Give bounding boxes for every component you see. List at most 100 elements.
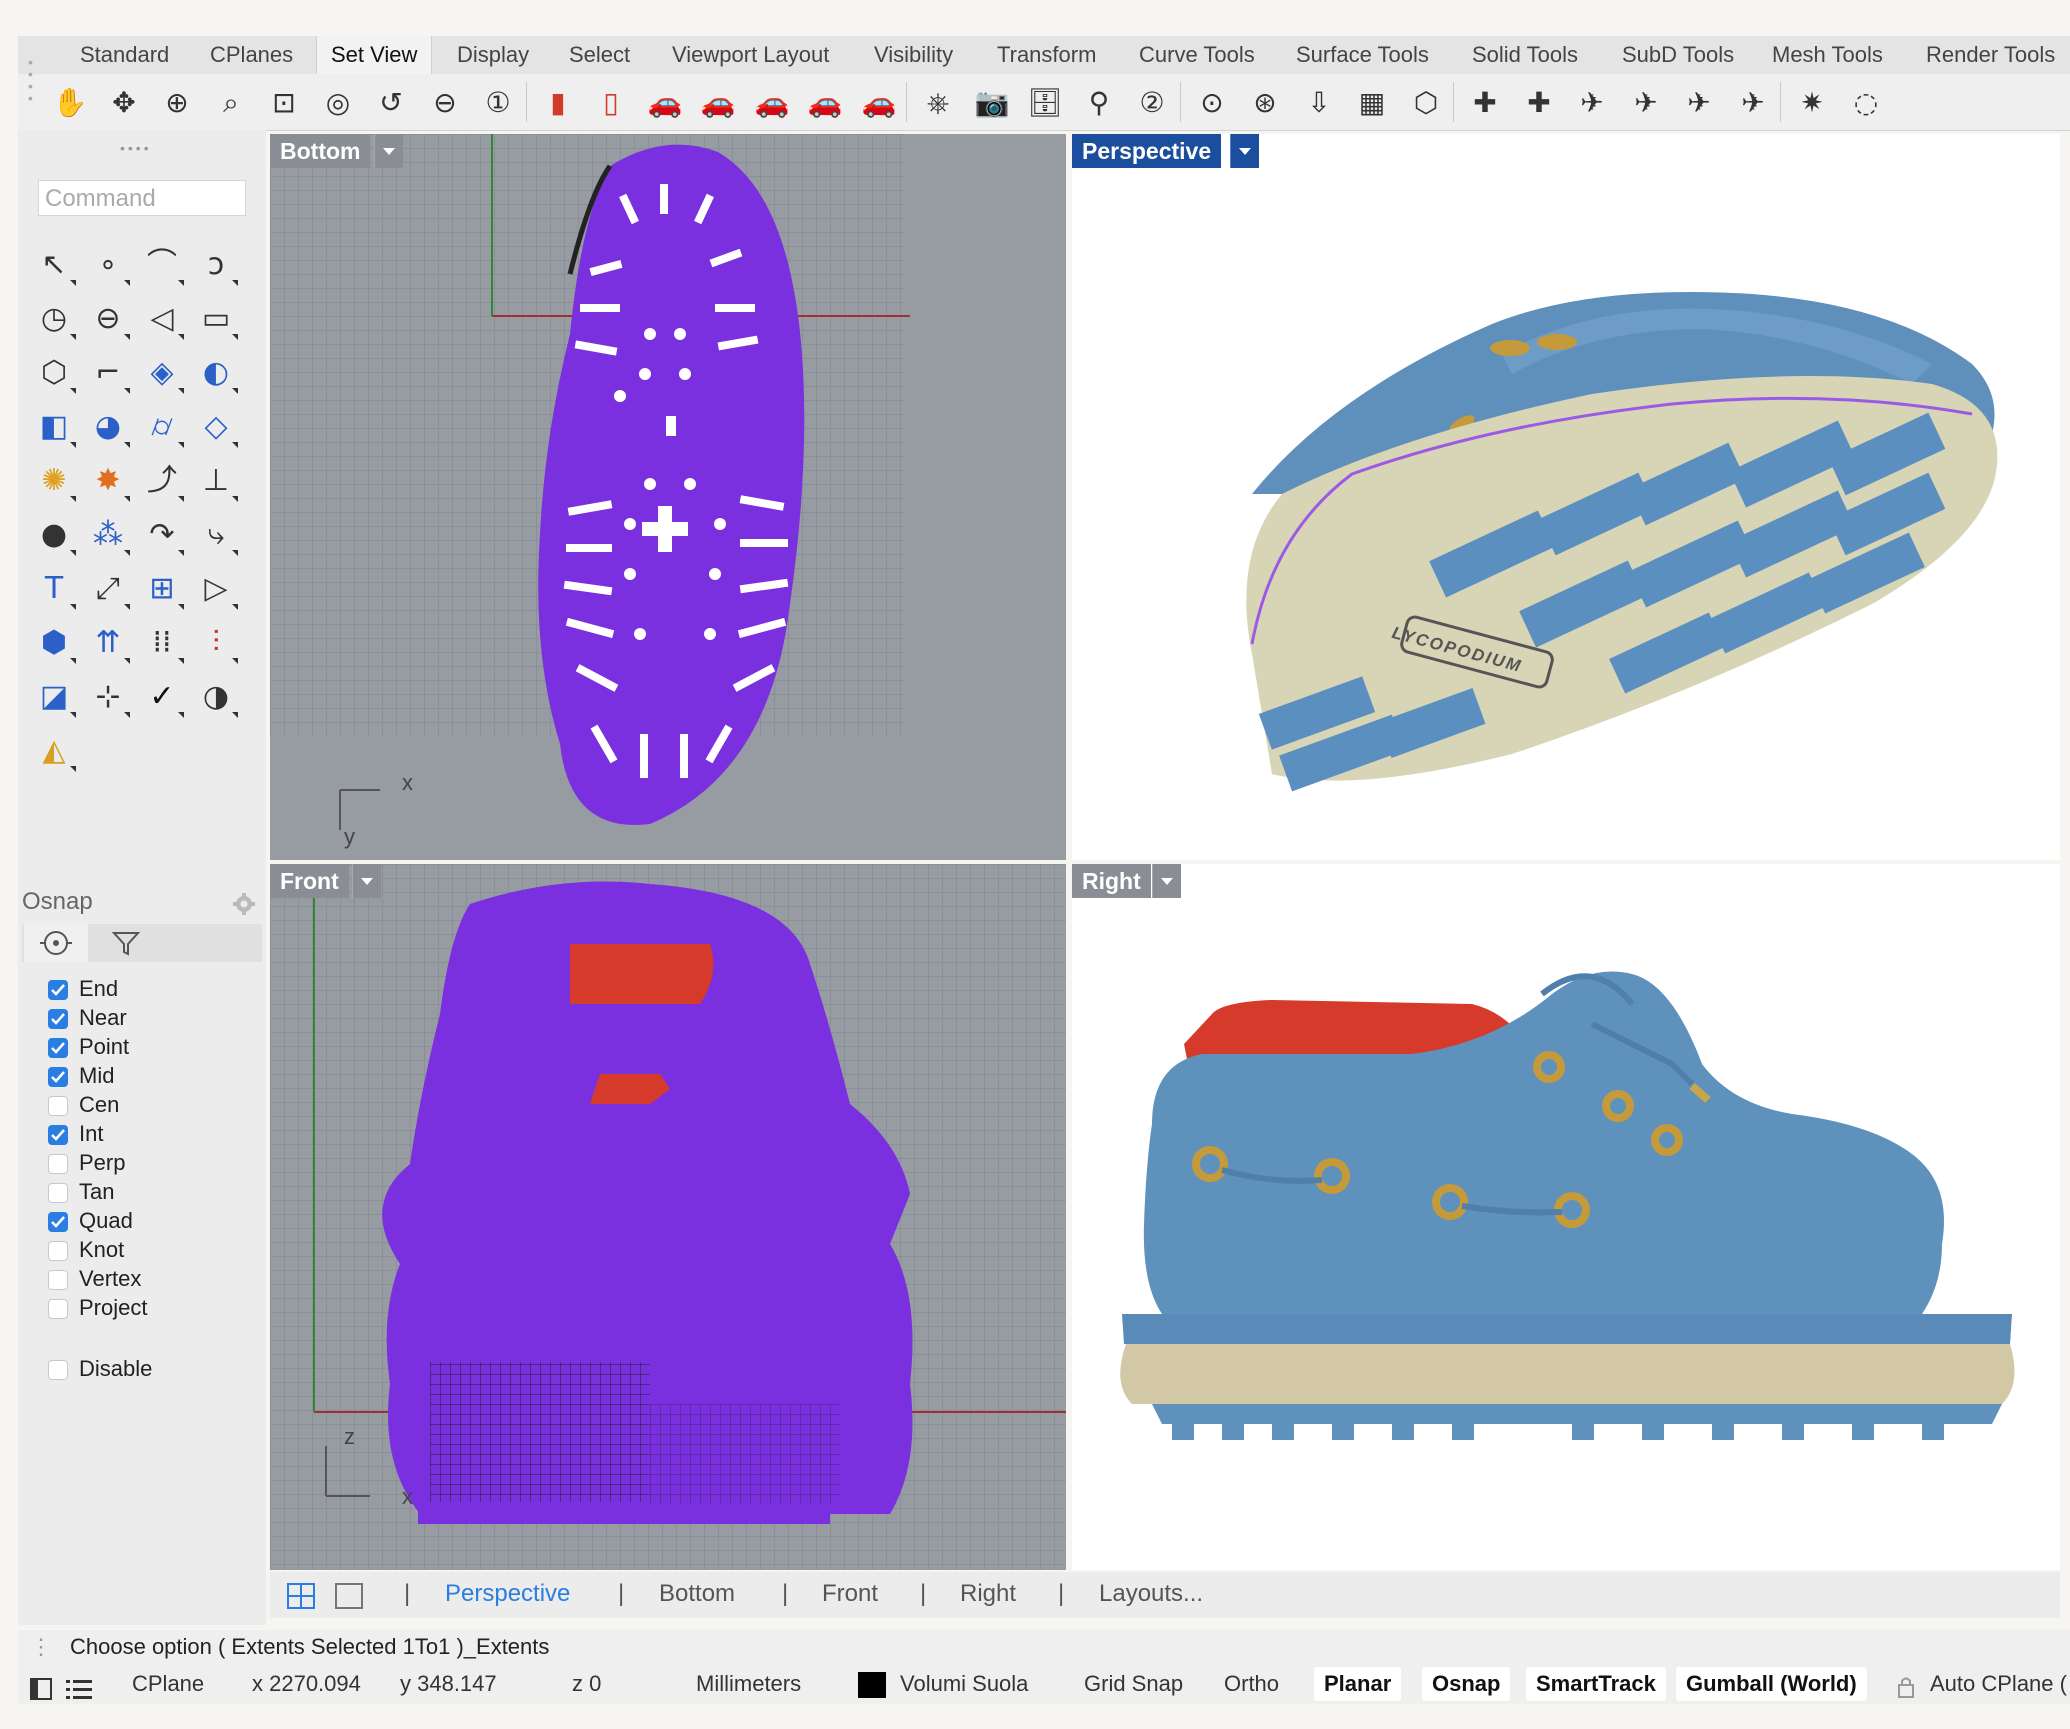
cplane-top-icon[interactable]: ✚ xyxy=(1463,80,1507,124)
patch-icon[interactable]: ◐ xyxy=(192,348,240,396)
group-icon[interactable]: ⁂ xyxy=(84,510,132,558)
four-viewports-icon[interactable] xyxy=(286,1582,316,1610)
camera-icon[interactable]: 📷 xyxy=(970,80,1014,124)
zoom-out-icon[interactable]: ⊖ xyxy=(423,80,467,124)
cplane-origin-icon[interactable]: ⊙ xyxy=(1190,80,1234,124)
tab-mesh-tools[interactable]: Mesh Tools xyxy=(1758,36,1897,74)
car-left-icon[interactable]: 🚗 xyxy=(696,80,740,124)
trim-icon[interactable]: ⤴ xyxy=(138,456,186,504)
osnap-label-int[interactable]: Int xyxy=(79,1121,103,1147)
tab-surface-tools[interactable]: Surface Tools xyxy=(1282,36,1443,74)
osnap-checkbox-project[interactable] xyxy=(48,1299,68,1319)
view-tab-perspective[interactable]: Perspective xyxy=(445,1580,570,1608)
grid-snap-toggle[interactable]: Grid Snap xyxy=(1084,1664,1183,1704)
osnap-label-knot[interactable]: Knot xyxy=(79,1237,124,1263)
circle-icon[interactable]: ◷ xyxy=(30,294,78,342)
osnap-checkbox-quad[interactable] xyxy=(48,1212,68,1232)
fillet-curve-icon[interactable]: ⤷ xyxy=(192,510,240,558)
two-point-perspective-icon[interactable]: ② xyxy=(1130,80,1174,124)
plan-view-icon[interactable]: ⇩ xyxy=(1297,80,1341,124)
lock-icon[interactable] xyxy=(1896,1672,1916,1698)
panel-toggle-icon[interactable] xyxy=(30,1673,52,1700)
surface-icon[interactable]: ◈ xyxy=(138,348,186,396)
viewport-right[interactable]: Right xyxy=(1072,864,2060,1570)
ortho-toggle[interactable]: Ortho xyxy=(1224,1664,1279,1704)
smarttrack-toggle[interactable]: SmartTrack xyxy=(1526,1667,1666,1701)
tab-standard[interactable]: Standard xyxy=(66,36,183,74)
text-icon[interactable]: T xyxy=(30,564,78,612)
osnap-checkbox-knot[interactable] xyxy=(48,1241,68,1261)
osnap-label-vertex[interactable]: Vertex xyxy=(79,1266,141,1292)
view-tab-bottom[interactable]: Bottom xyxy=(659,1580,735,1608)
osnap-checkbox-perp[interactable] xyxy=(48,1154,68,1174)
tab-cplanes[interactable]: CPlanes xyxy=(196,36,307,74)
render-icon[interactable]: ◑ xyxy=(192,672,240,720)
save-view-icon[interactable]: 🗄 xyxy=(1023,80,1067,124)
gumball-toggle[interactable]: Gumball (World) xyxy=(1676,1667,1867,1701)
airplane-top-icon[interactable]: ✈ xyxy=(1570,80,1614,124)
osnap-label-perp[interactable]: Perp xyxy=(79,1150,125,1176)
osnap-disable-checkbox[interactable] xyxy=(48,1360,68,1380)
boolean-icon[interactable]: ✺ xyxy=(30,456,78,504)
viewport-title-front[interactable]: Front xyxy=(270,864,349,898)
block-icon[interactable]: ⬢ xyxy=(30,618,78,666)
osnap-toggle[interactable]: Osnap xyxy=(1422,1667,1511,1701)
ellipse-icon[interactable]: ⊖ xyxy=(84,294,132,342)
polyline-icon[interactable]: ⌒ xyxy=(138,240,186,288)
viewport-perspective[interactable]: LYCOPODIUM Perspective xyxy=(1072,134,2060,860)
osnap-label-project[interactable]: Project xyxy=(79,1295,147,1321)
named-view-top-icon[interactable]: ▮ xyxy=(536,80,580,124)
check-icon[interactable]: ✓ xyxy=(138,672,186,720)
viewport-front[interactable]: Front z x xyxy=(270,864,1066,1570)
osnap-tab-points[interactable] xyxy=(24,924,88,962)
osnap-checkbox-mid[interactable] xyxy=(48,1067,68,1087)
osnap-label-point[interactable]: Point xyxy=(79,1034,129,1060)
split-icon[interactable]: ⊥ xyxy=(192,456,240,504)
fillet-icon[interactable]: ⌐ xyxy=(84,348,132,396)
osnap-checkbox-point[interactable] xyxy=(48,1038,68,1058)
osnap-checkbox-vertex[interactable] xyxy=(48,1270,68,1290)
layout-icon[interactable]: ◪ xyxy=(30,672,78,720)
named-view-bottom-icon[interactable]: ▯ xyxy=(589,80,633,124)
sphere-icon[interactable]: ◕ xyxy=(84,402,132,450)
set-camera-target-icon[interactable]: ⚲ xyxy=(1077,80,1121,124)
layer-color-swatch[interactable] xyxy=(858,1672,886,1698)
orbit-icon[interactable]: ◌ xyxy=(1844,80,1888,124)
view-tab-right[interactable]: Right xyxy=(960,1580,1016,1608)
car-perspective-icon[interactable]: 🚗 xyxy=(857,80,901,124)
gumball-icon[interactable]: ⊹ xyxy=(84,672,132,720)
osnap-checkbox-end[interactable] xyxy=(48,980,68,1000)
osnap-label-quad[interactable]: Quad xyxy=(79,1208,133,1234)
zoom-dynamic-icon[interactable]: ⊕ xyxy=(155,80,199,124)
toolbar-grip[interactable]: • • • • xyxy=(28,55,36,116)
undo-view-icon[interactable]: ↺ xyxy=(369,80,413,124)
rectangle-icon[interactable]: ▭ xyxy=(192,294,240,342)
osnap-label-mid[interactable]: Mid xyxy=(79,1063,114,1089)
photo-icon[interactable]: ▦ xyxy=(1350,80,1394,124)
list-icon[interactable] xyxy=(66,1673,92,1699)
paint-icon[interactable]: ◭ xyxy=(30,726,78,774)
zoom-1to1-icon[interactable]: ① xyxy=(476,80,520,124)
chevron-down-icon[interactable] xyxy=(1152,864,1181,898)
airplane-right-icon[interactable]: ✈ xyxy=(1731,80,1775,124)
airplane-left-icon[interactable]: ✈ xyxy=(1677,80,1721,124)
car-front-icon[interactable]: 🚗 xyxy=(643,80,687,124)
align-icon[interactable]: ⫶ xyxy=(192,618,240,666)
current-layer[interactable]: Volumi Suola xyxy=(900,1664,1028,1704)
union-icon[interactable]: ● xyxy=(30,510,78,558)
cplane-label[interactable]: CPlane xyxy=(132,1664,204,1704)
zoom-selected-icon[interactable]: ◎ xyxy=(316,80,360,124)
view-tab-layouts[interactable]: Layouts... xyxy=(1099,1580,1203,1608)
tab-select[interactable]: Select xyxy=(555,36,644,74)
tab-set-view[interactable]: Set View xyxy=(316,36,433,74)
auto-cplane-toggle[interactable]: Auto CPlane ( xyxy=(1930,1664,2067,1704)
units-label[interactable]: Millimeters xyxy=(696,1664,801,1704)
viewport-title-perspective[interactable]: Perspective xyxy=(1072,134,1222,168)
panel-grip[interactable]: •••• xyxy=(120,140,160,156)
osnap-checkbox-near[interactable] xyxy=(48,1009,68,1029)
filter-icon[interactable] xyxy=(106,928,146,958)
cylinder-icon[interactable]: ⌭ xyxy=(138,402,186,450)
viewport-title-bottom[interactable]: Bottom xyxy=(270,134,371,168)
grid-icon[interactable]: ⁞⁞ xyxy=(138,618,186,666)
array-icon[interactable]: ⊞ xyxy=(138,564,186,612)
